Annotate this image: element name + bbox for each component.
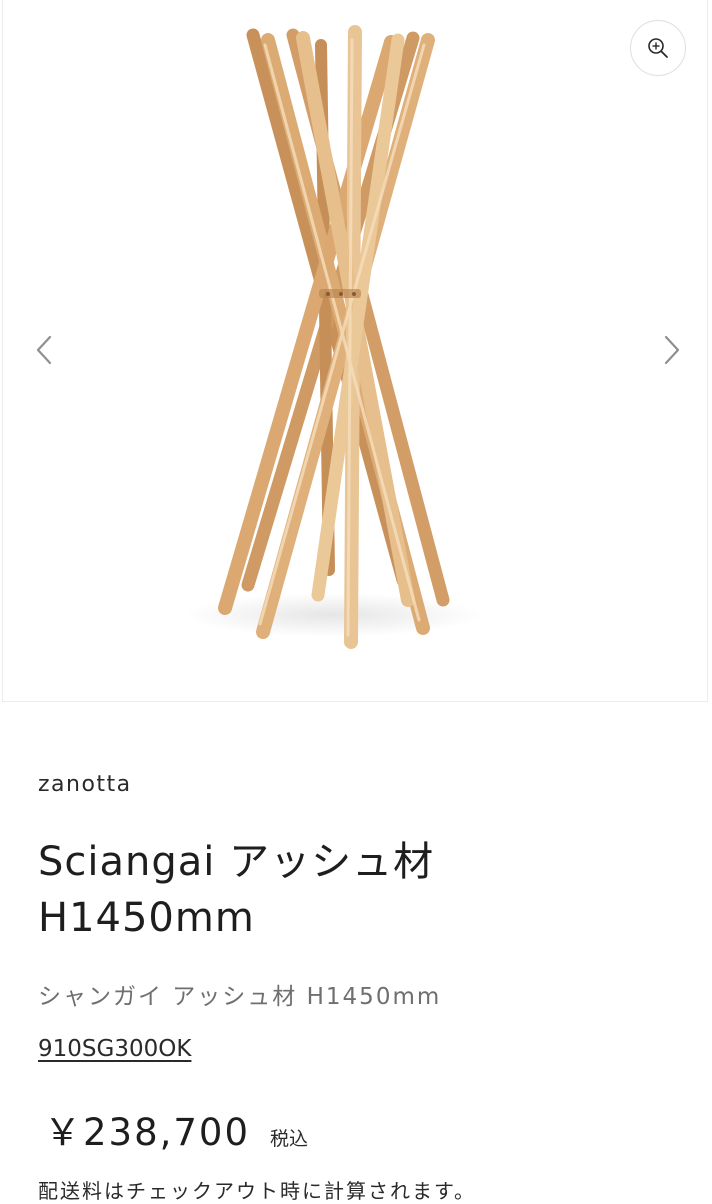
zoom-in-icon: [648, 38, 668, 58]
product-price: ￥238,700: [44, 1111, 251, 1154]
product-title-line-1: Sciangai アッシュ材: [38, 839, 435, 885]
product-title: Sciangai アッシュ材 H1450mm: [38, 834, 678, 946]
chevron-left-icon: [36, 335, 52, 365]
product-image[interactable]: [3, 0, 709, 702]
tax-label: 税込: [270, 1128, 309, 1150]
product-gallery: [2, 0, 708, 702]
product-sku-link[interactable]: 910SG300OK: [38, 1036, 191, 1062]
vendor-name: zanotta: [38, 772, 132, 797]
zoom-button[interactable]: [630, 20, 686, 76]
previous-image-button[interactable]: [24, 330, 64, 370]
price-row: ￥238,700 税込: [44, 1102, 308, 1156]
chevron-right-icon: [664, 335, 680, 365]
next-image-button[interactable]: [652, 330, 692, 370]
product-title-line-2: H1450mm: [38, 895, 255, 941]
product-subtitle: シャンガイ アッシュ材 H1450mm: [38, 984, 442, 1010]
